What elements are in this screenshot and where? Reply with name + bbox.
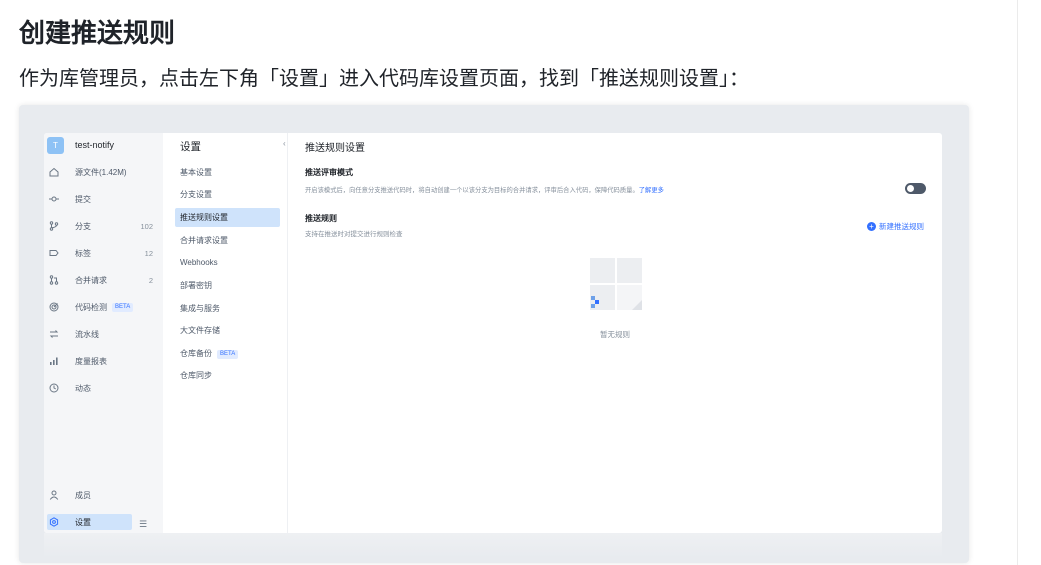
push-rules-description: 支持在推送时对提交进行规则检查 bbox=[305, 231, 403, 238]
review-mode-heading: 推送评审模式 bbox=[305, 168, 353, 177]
menu-item-deploy-keys[interactable]: 部署密钥 bbox=[180, 280, 212, 292]
merge-request-icon bbox=[49, 275, 59, 285]
page-title: 推送规则设置 bbox=[305, 143, 365, 154]
nav-item-label: 合并请求 bbox=[75, 275, 107, 285]
nav-item-label: 动态 bbox=[75, 383, 91, 393]
nav-item-label: 度量报表 bbox=[75, 356, 107, 366]
new-push-rule-button[interactable]: + 新建推送规则 bbox=[867, 221, 924, 232]
nav-item-label: 提交 bbox=[75, 194, 91, 204]
tag-count: 12 bbox=[144, 248, 153, 258]
collapse-sidebar-icon[interactable]: ☰ bbox=[139, 519, 147, 530]
branch-icon bbox=[49, 221, 59, 231]
menu-item-merge-settings[interactable]: 合并请求设置 bbox=[180, 235, 228, 247]
main-panel: 推送规则设置 推送评审模式 开启该模式后，向任意分支推送代码时，将自动创建一个以… bbox=[287, 133, 942, 533]
collapse-menu-icon[interactable]: ‹ bbox=[283, 139, 286, 148]
nav-item-branches[interactable]: 分支 102 bbox=[49, 218, 153, 234]
doc-title: 创建推送规则 bbox=[19, 18, 176, 48]
app-window: T test-notify 源文件(1.42M) 提交 分支 102 标签 12 bbox=[44, 133, 942, 533]
nav-item-label: 流水线 bbox=[75, 329, 99, 339]
settings-icon bbox=[49, 517, 59, 527]
nav-item-label: 分支 bbox=[75, 221, 91, 231]
review-mode-desc-text: 开启该模式后，向任意分支推送代码时，将自动创建一个以该分支为目标的合并请求，评审… bbox=[305, 187, 639, 194]
push-rules-heading: 推送规则 bbox=[305, 214, 337, 223]
menu-item-backup[interactable]: 仓库备份 BETA bbox=[180, 348, 239, 360]
nav-item-tags[interactable]: 标签 12 bbox=[49, 245, 153, 261]
repo-avatar: T bbox=[47, 136, 64, 154]
user-icon bbox=[49, 490, 59, 500]
chart-icon bbox=[49, 356, 59, 366]
menu-item-label: 仓库备份 bbox=[180, 349, 212, 358]
menu-item-push-rules[interactable]: 推送规则设置 bbox=[175, 208, 280, 227]
pipeline-icon bbox=[49, 329, 59, 339]
screenshot-frame: T test-notify 源文件(1.42M) 提交 分支 102 标签 12 bbox=[19, 105, 969, 563]
menu-item-webhooks[interactable]: Webhooks bbox=[180, 257, 218, 269]
beta-badge: BETA bbox=[112, 302, 134, 312]
nav-item-pipeline[interactable]: 流水线 bbox=[49, 326, 153, 342]
nav-item-members[interactable]: 成员 bbox=[49, 487, 153, 503]
menu-item-basic[interactable]: 基本设置 bbox=[180, 167, 212, 179]
repo-name: test-notify bbox=[75, 140, 115, 150]
nav-item-merge-requests[interactable]: 合并请求 2 bbox=[49, 272, 153, 288]
repo-header[interactable]: T test-notify bbox=[47, 136, 114, 154]
commit-icon bbox=[49, 194, 59, 204]
plus-icon: + bbox=[867, 222, 876, 231]
empty-state-text: 暂无规则 bbox=[600, 330, 630, 339]
nav-item-label: 设置 bbox=[75, 517, 91, 527]
tag-icon bbox=[49, 248, 59, 258]
review-mode-toggle[interactable] bbox=[905, 183, 926, 194]
learn-more-link[interactable]: 了解更多 bbox=[639, 187, 664, 194]
nav-item-code-scan[interactable]: 代码检测 BETA bbox=[49, 299, 153, 315]
nav-item-files[interactable]: 源文件(1.42M) bbox=[49, 164, 153, 180]
review-mode-description: 开启该模式后，向任意分支推送代码时，将自动创建一个以该分支为目标的合并请求，评审… bbox=[305, 185, 664, 194]
menu-item-lfs[interactable]: 大文件存储 bbox=[180, 325, 220, 337]
new-push-rule-label: 新建推送规则 bbox=[879, 222, 924, 231]
frame-bottom-strip bbox=[44, 533, 942, 558]
nav-item-settings[interactable]: 设置 bbox=[47, 514, 132, 530]
settings-menu: 设置 ‹ 基本设置 分支设置 推送规则设置 合并请求设置 Webhooks 部署… bbox=[163, 133, 288, 533]
beta-badge: BETA bbox=[217, 349, 239, 359]
merge-request-count: 2 bbox=[148, 275, 153, 285]
nav-item-label: 代码检测 bbox=[75, 302, 107, 312]
page-divider bbox=[1017, 0, 1018, 565]
nav-item-label: 源文件(1.42M) bbox=[75, 167, 127, 177]
empty-state-illustration bbox=[588, 256, 644, 314]
code-scan-icon bbox=[49, 302, 59, 312]
branch-count: 102 bbox=[140, 221, 153, 231]
menu-item-sync[interactable]: 仓库同步 bbox=[180, 370, 212, 382]
history-icon bbox=[49, 383, 59, 393]
settings-menu-title: 设置 bbox=[180, 141, 201, 153]
nav-item-label: 标签 bbox=[75, 248, 91, 258]
doc-intro: 作为库管理员，点击左下角「设置」进入代码库设置页面，找到「推送规则设置」： bbox=[19, 68, 749, 90]
nav-item-label: 成员 bbox=[75, 490, 91, 500]
menu-item-branch-settings[interactable]: 分支设置 bbox=[180, 189, 212, 201]
repo-nav: T test-notify 源文件(1.42M) 提交 分支 102 标签 12 bbox=[44, 133, 163, 533]
nav-item-metrics[interactable]: 度量报表 bbox=[49, 353, 153, 369]
home-icon bbox=[49, 167, 59, 177]
toggle-knob bbox=[907, 185, 914, 192]
nav-item-commits[interactable]: 提交 bbox=[49, 191, 153, 207]
menu-item-integrations[interactable]: 集成与服务 bbox=[180, 303, 220, 315]
nav-item-activity[interactable]: 动态 bbox=[49, 380, 153, 396]
